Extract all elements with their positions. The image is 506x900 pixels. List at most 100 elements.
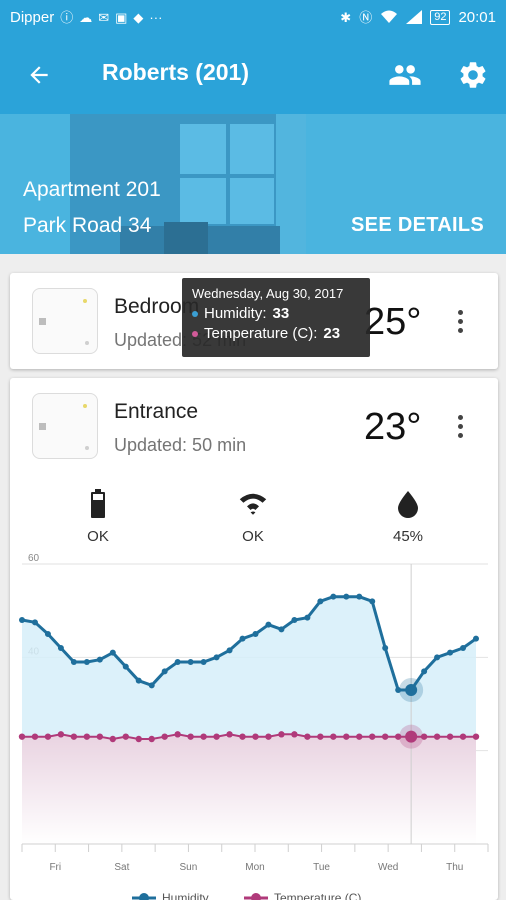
room-card-entrance[interactable]: Entrance Updated: 50 min 23° OK OK 45% 0… — [10, 378, 498, 900]
tooltip-humidity-value: 33 — [272, 305, 290, 322]
humidity-point — [473, 635, 479, 642]
alert-icon: ⓘ — [60, 9, 74, 25]
humidity-point — [382, 645, 389, 651]
temperature-point — [291, 731, 298, 738]
temperature-point — [83, 733, 91, 740]
temperature-point — [356, 733, 363, 740]
temperature-point — [31, 733, 39, 740]
battery-icon — [91, 489, 105, 518]
humidity-point — [434, 654, 441, 661]
y-tick-label: 60 — [28, 554, 40, 564]
cloud-icon: ☁ — [79, 9, 93, 25]
temperature-point — [135, 735, 142, 743]
humidity-point — [213, 654, 220, 661]
app-bar: Roberts (201) — [0, 34, 506, 114]
humidity-metric: 45% — [378, 488, 438, 545]
battery-status-icon: 92 — [430, 9, 451, 25]
humidity-point — [291, 617, 298, 623]
status-bar: Dipper ⓘ ☁ ✉ ▣ ◆ ··· ✱ Ⓝ 92 20:01 — [0, 0, 506, 34]
humidity-point — [122, 663, 129, 670]
humidity-point — [200, 659, 207, 665]
temperature-point — [70, 733, 78, 740]
page-title: Roberts (201) — [102, 59, 249, 85]
water-drop-icon — [398, 491, 418, 518]
x-tick-label: Sun — [180, 862, 198, 873]
humidity-point — [109, 649, 116, 656]
carrier-label: Dipper — [10, 8, 55, 26]
temperature-point — [213, 733, 220, 740]
x-tick-label: Wed — [378, 862, 398, 873]
x-tick-label: Mon — [245, 862, 264, 873]
temperature-value: 25° — [364, 301, 422, 343]
humidity-point — [330, 593, 337, 600]
battery-status: OK — [87, 528, 109, 545]
temperature-point — [265, 733, 272, 740]
wifi-status-icon — [381, 10, 398, 23]
humidity-point — [174, 659, 181, 665]
tooltip-temperature-value: 23 — [323, 325, 341, 342]
humidity-point — [31, 619, 38, 626]
sensor-chart[interactable]: 0204060FriSatSunMonTueWedThuHumidityTemp… — [10, 553, 498, 900]
temperature-point — [148, 735, 155, 743]
more-options-button[interactable] — [450, 305, 470, 337]
x-tick-label: Sat — [114, 862, 129, 873]
temperature-point — [252, 733, 259, 740]
humidity-point — [343, 593, 350, 600]
updated-time: Updated: 50 min — [114, 435, 247, 455]
temperature-point — [433, 733, 441, 740]
wifi-metric: OK — [223, 488, 283, 545]
apartment-name: Apartment 201 — [23, 178, 161, 201]
humidity-point — [278, 626, 285, 633]
humidity-point — [369, 598, 376, 605]
signal-icon — [406, 10, 423, 24]
back-button[interactable] — [22, 58, 56, 92]
humidity-point — [226, 647, 233, 654]
humidity-point — [356, 593, 363, 600]
humidity-point — [252, 631, 259, 637]
temperature-point — [187, 733, 194, 740]
temperature-point — [200, 733, 207, 740]
sensor-image — [32, 288, 98, 354]
humidity-point — [83, 659, 90, 665]
chart-tooltip: Wednesday, Aug 30, 2017 Humidity: 33 Tem… — [182, 278, 370, 357]
humidity-point — [148, 682, 155, 689]
mail-icon: ✉ — [98, 9, 110, 25]
humidity-point — [304, 614, 311, 621]
humidity-point — [187, 659, 194, 665]
temperature-value: 23° — [364, 406, 422, 448]
temperature-point — [459, 733, 467, 740]
humidity-level: 45% — [392, 528, 424, 545]
image-icon: ▣ — [115, 9, 128, 25]
humidity-point — [447, 649, 454, 656]
temperature-point — [18, 733, 26, 740]
temperature-point — [161, 733, 168, 740]
legend-humidity-marker — [139, 893, 149, 900]
people-button[interactable] — [386, 58, 424, 92]
apartment-address: Park Road 34 — [23, 214, 152, 237]
more-options-button[interactable] — [450, 410, 470, 442]
temperature-point — [96, 733, 104, 740]
sensor-image — [32, 393, 98, 459]
humidity-point — [317, 598, 324, 605]
legend-temperature-marker — [251, 893, 261, 900]
temperature-point — [174, 731, 181, 738]
temperature-point — [122, 733, 129, 740]
temperature-point — [109, 735, 117, 743]
humidity-point — [44, 631, 51, 637]
humidity-point — [57, 645, 64, 651]
humidity-point — [421, 668, 428, 675]
humidity-point — [96, 656, 103, 663]
tooltip-humidity-row: Humidity: 33 — [192, 305, 360, 322]
x-tick-label: Thu — [446, 862, 463, 873]
wifi-status: OK — [242, 528, 264, 545]
settings-button[interactable] — [455, 57, 491, 93]
temperature-area — [22, 734, 476, 844]
arrow-back-icon — [30, 66, 48, 84]
humidity-highlight-point — [405, 684, 418, 696]
battery-metric: OK — [68, 488, 128, 545]
temperature-point — [239, 733, 246, 740]
see-details-button[interactable]: SEE DETAILS — [351, 214, 484, 237]
humidity-point — [161, 668, 168, 675]
temperature-point — [343, 733, 350, 740]
bluetooth-icon: ✱ — [340, 9, 352, 25]
